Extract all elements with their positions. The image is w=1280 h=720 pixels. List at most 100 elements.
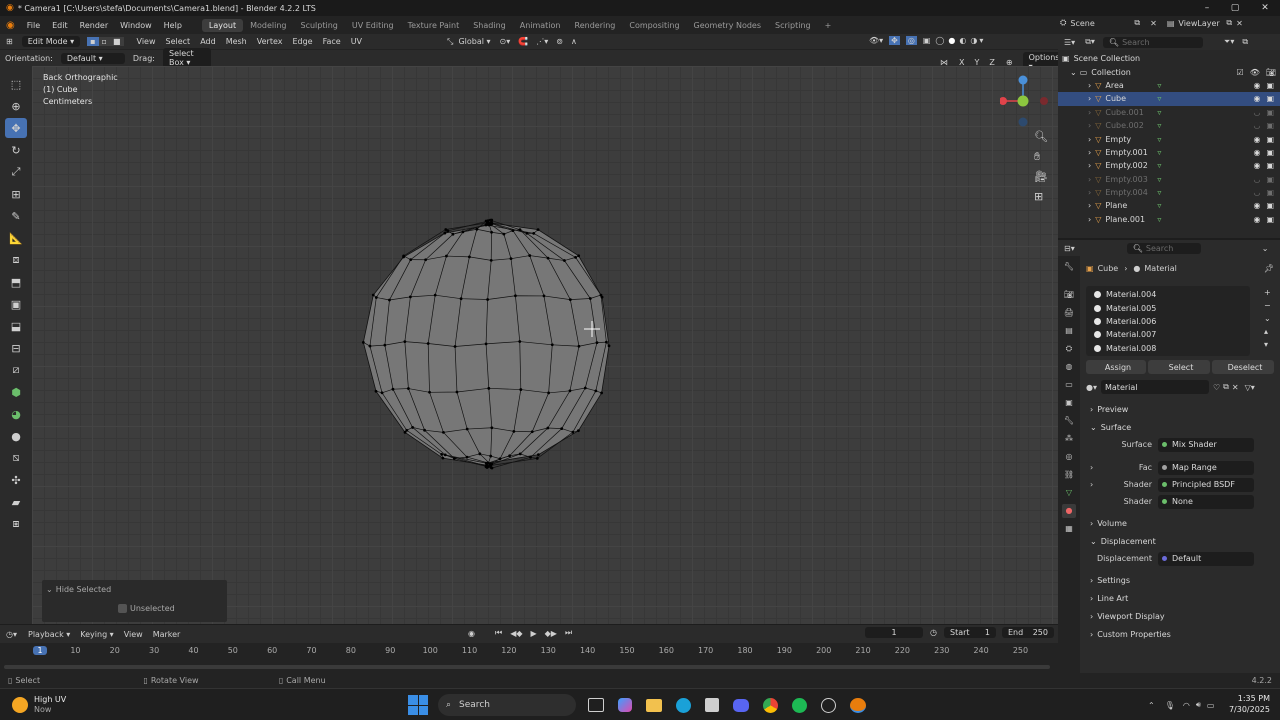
assign-button[interactable]: Assign: [1086, 360, 1146, 374]
tray-chevron-icon[interactable]: ⌃: [1148, 701, 1155, 710]
expand-chevron-icon[interactable]: ›: [1088, 161, 1091, 170]
material-browse-icon[interactable]: ●▾: [1086, 383, 1097, 392]
fake-user-icon[interactable]: ♡: [1213, 383, 1220, 392]
settings-section[interactable]: › Settings: [1080, 571, 1280, 589]
mesh-vertex[interactable]: [490, 230, 493, 234]
tab-texture-paint[interactable]: Texture Paint: [401, 19, 467, 32]
mesh-vertex[interactable]: [489, 259, 493, 262]
mesh-vertex[interactable]: [550, 343, 554, 347]
mesh-vertex[interactable]: [568, 389, 572, 393]
render-camera-icon[interactable]: ▣: [1266, 188, 1274, 197]
ortho-grid-icon[interactable]: ⊞: [1034, 190, 1050, 210]
mesh-vertex[interactable]: [509, 257, 513, 261]
editor-type-icon[interactable]: ⊞: [0, 37, 19, 46]
visibility-eye-icon[interactable]: ◉: [1253, 94, 1260, 103]
mesh-vertex[interactable]: [486, 298, 490, 301]
shrink-fatten-tool-icon[interactable]: ✣: [5, 470, 27, 490]
loop-cut-tool-icon[interactable]: ⊟: [5, 338, 27, 358]
fac-field[interactable]: Map Range: [1158, 460, 1254, 475]
mesh-vertex[interactable]: [607, 344, 611, 348]
gizmo-toggle-icon[interactable]: ✥: [889, 36, 900, 45]
copilot-icon[interactable]: [618, 698, 632, 712]
material-slot[interactable]: Material.007: [1086, 328, 1250, 341]
shading-wireframe-icon[interactable]: ◯: [935, 36, 944, 45]
drag-dropdown[interactable]: Select Box ▾: [162, 48, 211, 68]
proportional-edit-icon[interactable]: ⊚: [556, 37, 563, 46]
menu-timeline-view[interactable]: View: [119, 630, 148, 639]
new-collection-icon[interactable]: ⧉: [1242, 37, 1248, 47]
object-data-icon[interactable]: ▿: [1157, 148, 1253, 157]
mesh-vertex[interactable]: [455, 390, 459, 394]
inset-tool-icon[interactable]: ▣: [5, 294, 27, 314]
outliner-search-input[interactable]: 🔍︎ Search: [1102, 36, 1203, 48]
mesh-vertex[interactable]: [594, 389, 598, 393]
object-data-icon[interactable]: ▿: [1157, 201, 1253, 210]
mesh-vertex[interactable]: [490, 466, 494, 470]
scene-close-icon[interactable]: ✕: [1150, 19, 1157, 28]
material-name-field[interactable]: Material: [1101, 380, 1209, 394]
prev-keyframe-icon[interactable]: ◀◆: [510, 629, 522, 638]
outliner-item[interactable]: › ▽ Area ▿ ◉ ▣: [1058, 79, 1280, 92]
mesh-vertex[interactable]: [574, 255, 577, 259]
mesh-vertex[interactable]: [518, 452, 522, 456]
edge-slide-tool-icon[interactable]: ⧅: [5, 448, 27, 468]
tab-animation[interactable]: Animation: [513, 19, 568, 32]
end-frame-field[interactable]: End 250: [1001, 627, 1054, 638]
vertex-select-icon[interactable]: ▪: [87, 37, 99, 46]
material-slot[interactable]: Material.008: [1086, 342, 1250, 355]
mesh-vertex[interactable]: [423, 428, 426, 432]
mesh-vertex[interactable]: [537, 453, 540, 457]
props-options-icon[interactable]: ⌄: [1262, 244, 1269, 253]
mesh-vertex[interactable]: [536, 228, 540, 232]
menu-mesh[interactable]: Mesh: [221, 37, 252, 46]
mesh-vertex[interactable]: [405, 428, 409, 432]
move-up-icon[interactable]: ▴: [1264, 325, 1276, 338]
mesh-vertex[interactable]: [374, 296, 378, 299]
bevel-tool-icon[interactable]: ⬓: [5, 316, 27, 336]
mesh-vertex[interactable]: [514, 294, 517, 298]
mesh-vertex[interactable]: [532, 231, 536, 235]
mesh-vertex[interactable]: [368, 344, 372, 348]
mesh-vertex[interactable]: [530, 430, 534, 434]
mesh-vertex[interactable]: [563, 259, 566, 262]
timeline-scrollbar[interactable]: [4, 665, 1050, 669]
unselected-checkbox[interactable]: [118, 603, 127, 613]
expand-chevron-icon[interactable]: ⌄: [1070, 68, 1077, 77]
visibility-eye-icon[interactable]: ◉: [1253, 148, 1260, 157]
gizmo-neg-x-axis[interactable]: [1040, 97, 1048, 105]
render-camera-icon[interactable]: ▣: [1266, 121, 1274, 130]
mesh-vertex[interactable]: [478, 452, 482, 456]
particles-tab-icon[interactable]: ⁂: [1062, 432, 1076, 446]
mesh-vertex[interactable]: [371, 293, 375, 297]
store-icon[interactable]: [705, 698, 719, 712]
material-slot[interactable]: Material.005: [1086, 301, 1250, 314]
camera-view-icon[interactable]: 🎥︎: [1034, 170, 1050, 190]
mesh-vertex[interactable]: [600, 391, 604, 395]
mesh-vertex[interactable]: [383, 343, 387, 347]
mesh-vertex[interactable]: [428, 390, 431, 394]
mesh-vertex[interactable]: [445, 254, 448, 258]
add-slot-icon[interactable]: +: [1264, 286, 1276, 299]
render-camera-icon[interactable]: ▣: [1266, 148, 1274, 157]
mesh-vertex[interactable]: [403, 340, 407, 344]
output-tab-icon[interactable]: 🖨︎: [1062, 306, 1076, 320]
snap-target-icon[interactable]: ⋰▾: [536, 37, 548, 46]
mesh-vertex[interactable]: [446, 229, 450, 233]
tab-uv-editing[interactable]: UV Editing: [345, 19, 401, 32]
xray-toggle-icon[interactable]: ▣: [923, 36, 931, 45]
filter-icon[interactable]: ⏷▾: [1224, 37, 1234, 47]
visibility-eye-icon[interactable]: ◉: [1253, 81, 1260, 90]
mesh-vertex[interactable]: [568, 298, 572, 302]
mesh-vertex[interactable]: [546, 426, 550, 430]
texture-tab-icon[interactable]: ▦: [1062, 522, 1076, 536]
object-data-icon[interactable]: ▿: [1157, 108, 1253, 117]
expand-chevron-icon[interactable]: ›: [1088, 81, 1091, 90]
render-camera-icon[interactable]: ▣: [1266, 161, 1274, 170]
volume-icon[interactable]: 🔊︎: [1196, 700, 1201, 710]
mesh-vertex[interactable]: [442, 430, 445, 434]
expand-chevron-icon[interactable]: ›: [1088, 148, 1091, 157]
mesh-vertex[interactable]: [484, 223, 488, 227]
modifier-tab-icon[interactable]: 🔧︎: [1062, 414, 1076, 428]
mesh-vertex[interactable]: [443, 453, 447, 457]
mode-dropdown[interactable]: Edit Mode ▾: [21, 36, 81, 47]
